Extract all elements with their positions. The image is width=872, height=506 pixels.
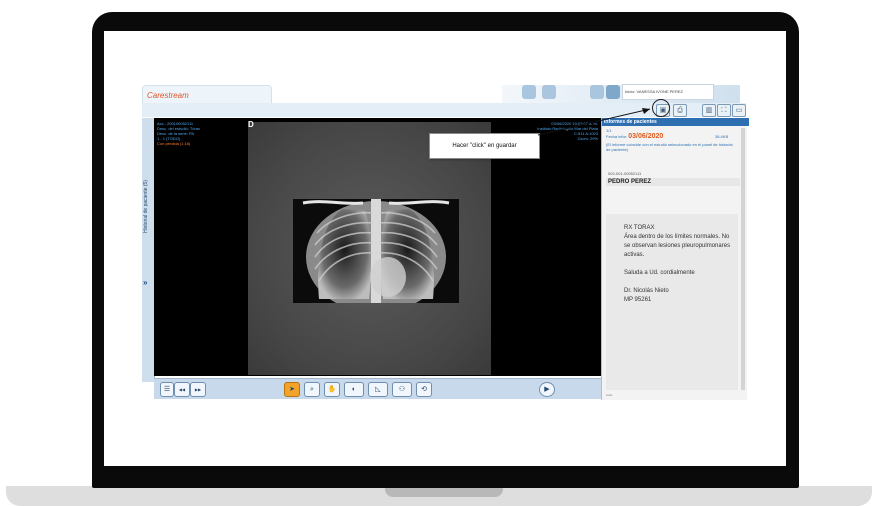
user-label: Inicio: VANESSA IVONE PEREZ	[622, 84, 714, 100]
patient-reports-panel: Informes de pacientes 1/1 Fecha infor: 0…	[601, 118, 749, 400]
brand-logo: Carestream	[147, 91, 189, 100]
header-button-3[interactable]	[590, 85, 604, 99]
layout-icon[interactable]: ▥	[702, 104, 716, 117]
patient-name: PEDRO PEREZ	[606, 178, 740, 186]
header-button-1[interactable]	[522, 85, 536, 99]
report-line	[624, 260, 732, 269]
xray-frame	[248, 122, 491, 375]
report-line: MP 95261	[624, 297, 652, 303]
compression-info: Con pérdida (1:16)	[157, 141, 191, 146]
pan-hand-icon[interactable]: ✋	[324, 382, 340, 397]
orientation-marker: D	[248, 120, 254, 129]
report-body[interactable]: RX TORAX Área dentro de los límites norm…	[606, 214, 738, 390]
laptop-screen: Carestream Inicio: VANESSA IVONE PEREZ ▣…	[104, 31, 786, 466]
report-text: RX TORAX Área dentro de los límites norm…	[624, 224, 732, 305]
report-size: 38.4KB	[715, 134, 729, 139]
brand-tab[interactable]: Carestream	[142, 85, 272, 104]
next-series-icon[interactable]: ▶▶	[190, 382, 206, 397]
report-match-note: (El informe coincide con el estudio sele…	[606, 142, 733, 152]
header-button-2[interactable]	[542, 85, 556, 99]
report-line: Área dentro de los límites normales. No …	[624, 234, 731, 258]
play-icon[interactable]: ▶	[539, 382, 555, 397]
report-scrollbar[interactable]	[741, 128, 745, 390]
expand-panel-icon[interactable]: »	[143, 278, 147, 287]
print-icon[interactable]: ⎙	[673, 104, 687, 117]
measure-icon[interactable]: ◺	[368, 382, 388, 397]
report-line: Dr. Nicolás Nieto	[624, 288, 669, 294]
callout-arrow	[537, 108, 651, 136]
patient-history-title: Historial de paciente (5)	[143, 180, 149, 233]
monitor-icon[interactable]: ▭	[732, 104, 746, 117]
viewer-toolbar: ☰ ◀◀ ▶▶ ➤ ⌕ ✋ ◐ ◺ ⚇ ⟲ ▶	[154, 378, 601, 399]
select-arrow-icon[interactable]: ➤	[284, 382, 300, 397]
user-icon[interactable]: ⚇	[392, 382, 412, 397]
patient-id: 002-001-00052111	[608, 171, 642, 176]
study-info-overlay: Acc.: 200100052111 Desc. del estudio: Tó…	[157, 121, 200, 146]
help-icon[interactable]	[606, 85, 620, 99]
previous-series-icon[interactable]: ◀◀	[174, 382, 190, 397]
report-status: Listo	[606, 393, 613, 397]
chest-xray-image	[293, 199, 459, 303]
save-button-highlight	[652, 99, 670, 117]
instruction-callout: Hacer "click" en guardar	[429, 133, 540, 159]
report-line: RX TORAX	[624, 225, 655, 231]
window-level-icon[interactable]: ◐	[344, 382, 364, 397]
report-line: Saluda a Ud. cordialmente	[624, 270, 695, 276]
fullscreen-icon[interactable]: ⛶	[717, 104, 731, 117]
rotate-icon[interactable]: ⟲	[416, 382, 432, 397]
grid-view-icon[interactable]: ☰	[160, 382, 174, 397]
report-line	[624, 278, 732, 287]
zoom-icon[interactable]: ⌕	[304, 382, 320, 397]
